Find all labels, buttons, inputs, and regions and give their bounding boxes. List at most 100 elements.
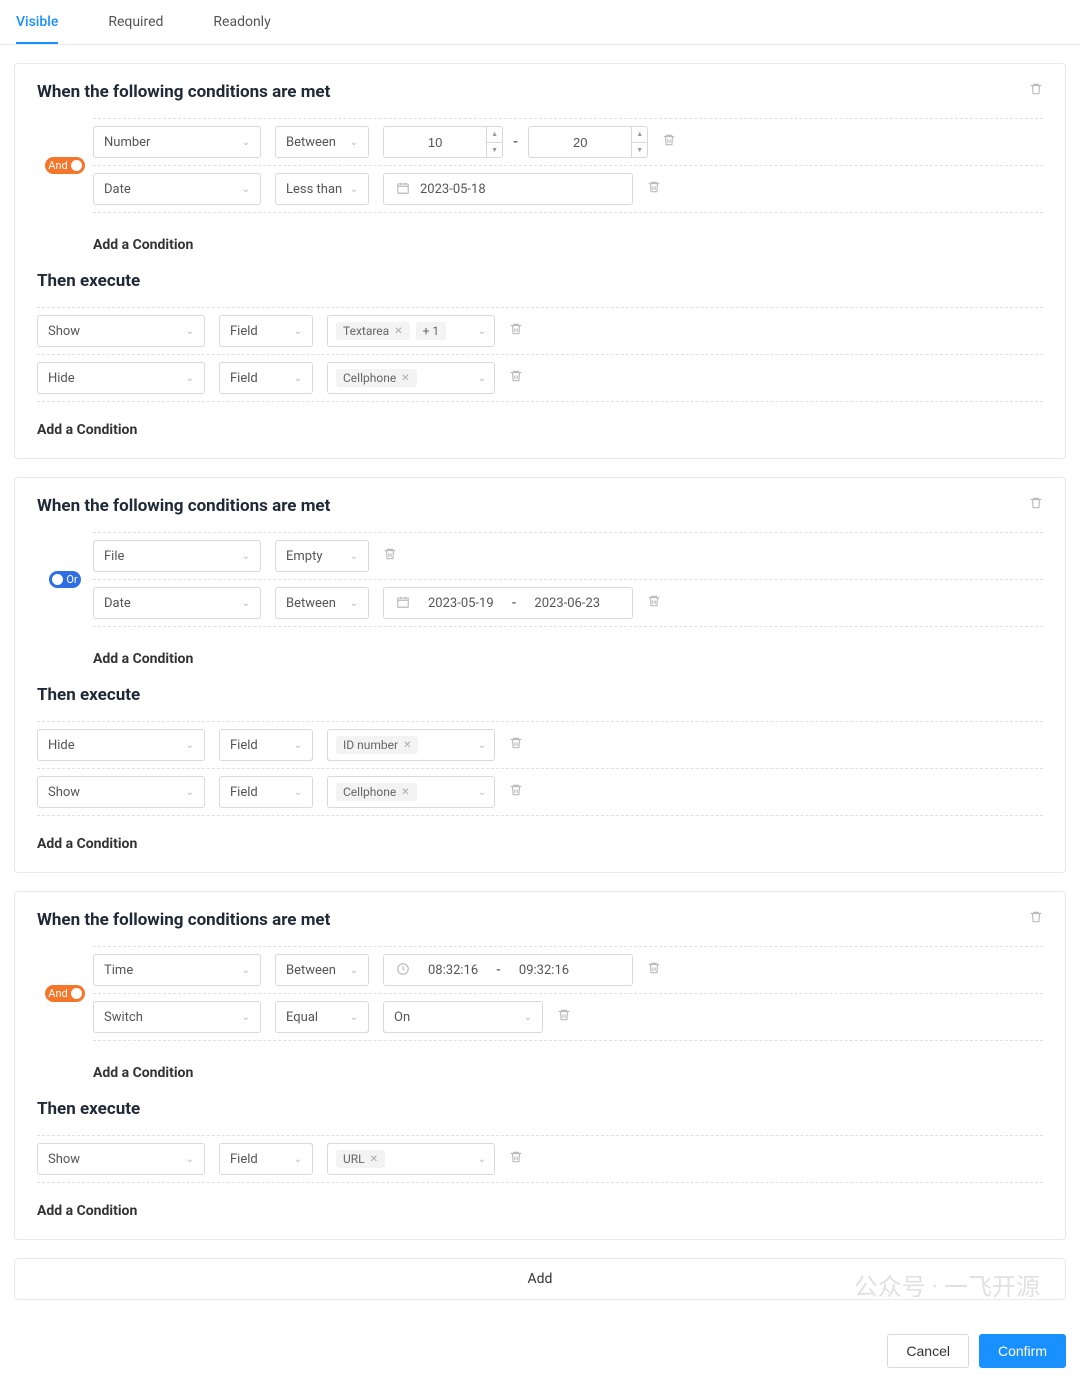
- step-down-icon[interactable]: ▼: [632, 143, 647, 158]
- trash-icon[interactable]: [647, 180, 661, 198]
- rule-block: When the following conditions are metAnd…: [14, 891, 1066, 1240]
- tag-remove-icon[interactable]: ✕: [370, 1154, 378, 1165]
- cancel-button[interactable]: Cancel: [887, 1334, 969, 1368]
- tag-remove-icon[interactable]: ✕: [401, 787, 409, 798]
- trash-icon[interactable]: [509, 369, 523, 387]
- execute-heading: Then execute: [37, 271, 1043, 291]
- operator-select[interactable]: Between⌄: [275, 126, 369, 158]
- time-range-input[interactable]: 08:32:16-09:32:16: [383, 954, 633, 986]
- trash-icon[interactable]: [647, 594, 661, 612]
- trash-icon[interactable]: [662, 133, 676, 151]
- trash-icon[interactable]: [557, 1008, 571, 1026]
- toggle-knob: [71, 988, 82, 999]
- tab-readonly[interactable]: Readonly: [213, 14, 270, 44]
- action-select[interactable]: Hide⌄: [37, 729, 205, 761]
- delete-block-icon[interactable]: [1029, 496, 1043, 514]
- step-down-icon[interactable]: ▼: [487, 143, 502, 158]
- add-rule-button[interactable]: Add: [14, 1258, 1066, 1300]
- chevron-down-icon: ⌄: [242, 184, 250, 195]
- field-select[interactable]: Date⌄: [93, 173, 261, 205]
- target-select[interactable]: Field⌄: [219, 1143, 313, 1175]
- condition-row: Date⌄ Between⌄ 2023-05-19-2023-06-23: [93, 580, 1043, 627]
- operator-select[interactable]: Between⌄: [275, 954, 369, 986]
- operator-select[interactable]: Equal⌄: [275, 1001, 369, 1033]
- delete-block-icon[interactable]: [1029, 82, 1043, 100]
- delete-block-icon[interactable]: [1029, 910, 1043, 928]
- field-select[interactable]: Switch⌄: [93, 1001, 261, 1033]
- chevron-down-icon: ⌄: [294, 787, 302, 798]
- trash-icon[interactable]: [647, 961, 661, 979]
- field-tag: Cellphone✕: [336, 369, 417, 387]
- action-select[interactable]: Show⌄: [37, 315, 205, 347]
- condition-row: File⌄ Empty⌄: [93, 532, 1043, 580]
- chevron-down-icon: ⌄: [350, 137, 358, 148]
- chevron-down-icon: ⌄: [242, 551, 250, 562]
- field-tag: ID number✕: [336, 736, 418, 754]
- target-select[interactable]: Field⌄: [219, 315, 313, 347]
- conditions-heading: When the following conditions are met: [37, 82, 1043, 102]
- operator-select[interactable]: Between⌄: [275, 587, 369, 619]
- tag-remove-icon[interactable]: ✕: [394, 326, 402, 337]
- chevron-down-icon: ⌄: [478, 787, 486, 798]
- confirm-button[interactable]: Confirm: [979, 1334, 1066, 1368]
- target-select[interactable]: Field⌄: [219, 776, 313, 808]
- date-input[interactable]: 2023-05-18: [383, 173, 633, 205]
- date-range-input[interactable]: 2023-05-19-2023-06-23: [383, 587, 633, 619]
- tag-remove-icon[interactable]: ✕: [401, 373, 409, 384]
- chevron-down-icon: ⌄: [478, 373, 486, 384]
- add-condition-link[interactable]: Add a Condition: [37, 1055, 1043, 1083]
- action-row: Show⌄Field⌄Textarea✕+ 1⌄: [37, 307, 1043, 355]
- logic-toggle[interactable]: And: [45, 985, 84, 1002]
- target-select[interactable]: Field⌄: [219, 729, 313, 761]
- action-select[interactable]: Hide⌄: [37, 362, 205, 394]
- fields-multiselect[interactable]: Cellphone✕ ⌄: [327, 362, 495, 394]
- trash-icon[interactable]: [509, 1150, 523, 1168]
- chevron-down-icon: ⌄: [242, 137, 250, 148]
- step-up-icon[interactable]: ▲: [632, 127, 647, 143]
- action-row: Hide⌄Field⌄ID number✕⌄: [37, 721, 1043, 769]
- chevron-down-icon: ⌄: [186, 326, 194, 337]
- logic-toggle[interactable]: And: [45, 157, 84, 174]
- calendar-icon: [396, 595, 410, 612]
- field-tag-more: + 1: [416, 322, 447, 340]
- chevron-down-icon: ⌄: [478, 1154, 486, 1165]
- operator-select[interactable]: Empty⌄: [275, 540, 369, 572]
- tag-remove-icon[interactable]: ✕: [403, 740, 411, 751]
- logic-toggle[interactable]: Or: [49, 571, 80, 588]
- fields-multiselect[interactable]: Cellphone✕⌄: [327, 776, 495, 808]
- trash-icon[interactable]: [509, 783, 523, 801]
- trash-icon[interactable]: [509, 736, 523, 754]
- chevron-down-icon: ⌄: [350, 1012, 358, 1023]
- field-tag: URL✕: [336, 1150, 385, 1168]
- add-action-link[interactable]: Add a Condition: [37, 412, 1043, 440]
- chevron-down-icon: ⌄: [294, 373, 302, 384]
- field-select[interactable]: Number⌄: [93, 126, 261, 158]
- step-up-icon[interactable]: ▲: [487, 127, 502, 143]
- trash-icon[interactable]: [383, 547, 397, 565]
- fields-multiselect[interactable]: ID number✕⌄: [327, 729, 495, 761]
- add-action-link[interactable]: Add a Condition: [37, 826, 1043, 854]
- operator-select[interactable]: Less than⌄: [275, 173, 369, 205]
- number-input[interactable]: ▲▼: [528, 126, 648, 158]
- add-action-link[interactable]: Add a Condition: [37, 1193, 1043, 1221]
- tab-visible[interactable]: Visible: [16, 14, 58, 44]
- chevron-down-icon: ⌄: [294, 740, 302, 751]
- trash-icon[interactable]: [509, 322, 523, 340]
- field-select[interactable]: File⌄: [93, 540, 261, 572]
- fields-multiselect[interactable]: Textarea✕+ 1⌄: [327, 315, 495, 347]
- tab-required[interactable]: Required: [108, 14, 163, 44]
- field-select[interactable]: Date⌄: [93, 587, 261, 619]
- chevron-down-icon: ⌄: [294, 326, 302, 337]
- tabs: Visible Required Readonly: [0, 0, 1080, 45]
- chevron-down-icon: ⌄: [524, 1012, 532, 1023]
- action-select[interactable]: Show⌄: [37, 1143, 205, 1175]
- add-condition-link[interactable]: Add a Condition: [37, 641, 1043, 669]
- action-select[interactable]: Show⌄: [37, 776, 205, 808]
- fields-multiselect[interactable]: URL✕ ⌄: [327, 1143, 495, 1175]
- field-select[interactable]: Time⌄: [93, 954, 261, 986]
- add-condition-link[interactable]: Add a Condition: [37, 227, 1043, 255]
- switch-value-select[interactable]: On⌄: [383, 1001, 543, 1033]
- number-input[interactable]: ▲▼: [383, 126, 503, 158]
- chevron-down-icon: ⌄: [350, 551, 358, 562]
- target-select[interactable]: Field⌄: [219, 362, 313, 394]
